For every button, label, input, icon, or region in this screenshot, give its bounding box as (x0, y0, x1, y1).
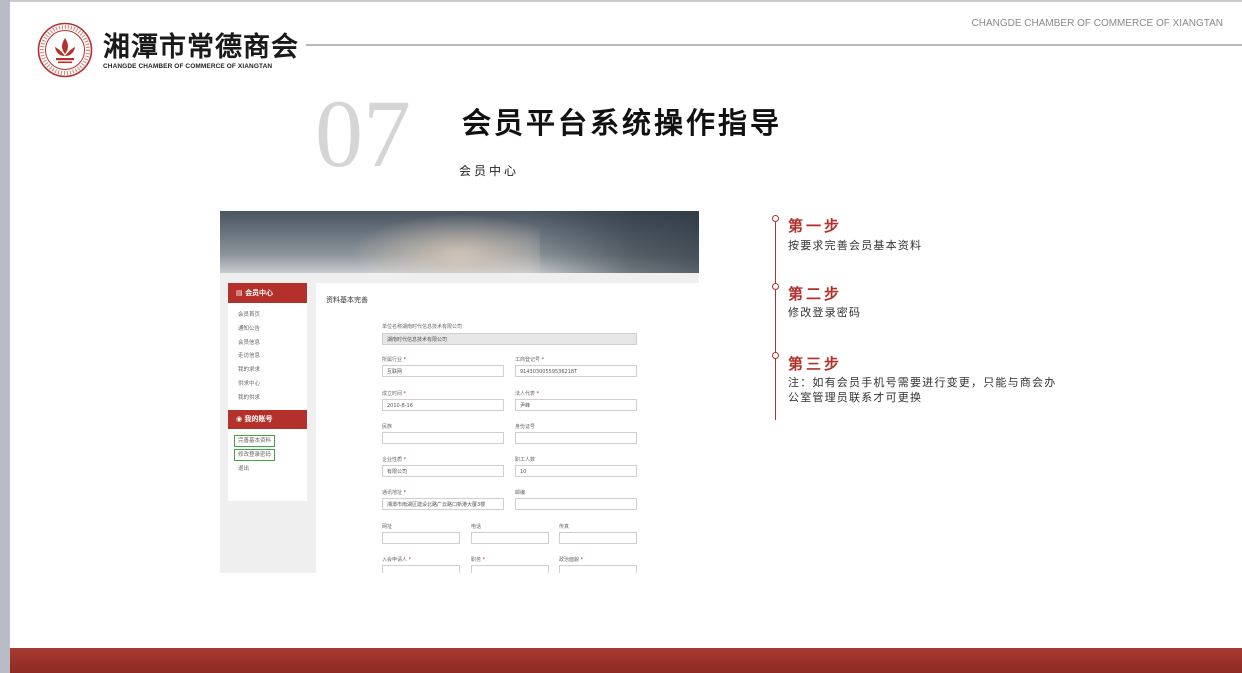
sidebar-item-my-supply[interactable]: 我的供求 (238, 392, 307, 406)
founded-field[interactable]: 2010-8-16 (382, 399, 504, 411)
politics-field[interactable] (559, 565, 637, 573)
sidebar-heading-member-center[interactable]: ▤ 会员中心 (228, 283, 307, 303)
member-platform-screenshot: ▤ 会员中心 会员首页 通知公告 会员信息 走访信息 我的求求 供求中心 我的供… (220, 211, 699, 573)
section-title: 会员平台系统操作指导 (462, 106, 783, 140)
industry-label: 所属行业 * (382, 357, 407, 363)
legal-rep-label: 法人代表 * (515, 391, 540, 397)
profile-form: 资料基本完善 单位名称湖南时代信息技术有限公司 湖南时代信息技术有限公司 所属行… (316, 283, 699, 573)
fax-field[interactable] (559, 532, 637, 544)
handshake-banner-image (220, 211, 699, 273)
step-1-marker-icon (772, 215, 779, 222)
header-rule (306, 44, 1242, 46)
sidebar-item-member-info[interactable]: 会员信息 (238, 337, 307, 351)
introducer-field[interactable] (382, 565, 460, 573)
sidebar-item-supply-center[interactable]: 供求中心 (238, 378, 307, 392)
sidebar-item-change-password[interactable]: 修改登录密码 (234, 448, 276, 461)
step-2-desc: 修改登录密码 (788, 306, 862, 319)
nature-field[interactable]: 有限公司 (382, 465, 504, 477)
founded-label: 成立时间 * (382, 391, 407, 397)
logo-english-name: CHANGDE CHAMBER OF COMMERCE OF XIANGTAN (103, 63, 273, 70)
nation-field[interactable] (382, 432, 504, 444)
website-field[interactable] (382, 532, 460, 544)
top-border (10, 0, 1242, 2)
staff-field[interactable]: 10 (515, 465, 637, 477)
step-1-desc: 按要求完善会员基本资料 (788, 239, 923, 252)
logo-name: 湘潭市常德商会 (103, 32, 299, 63)
sidebar-item-visits[interactable]: 走访信息 (238, 350, 307, 364)
header-english-caption: CHANGDE CHAMBER OF COMMERCE OF XIANGTAN (971, 18, 1224, 29)
sidebar-item-notices[interactable]: 通知公告 (238, 323, 307, 337)
post-field[interactable] (471, 565, 549, 573)
chamber-logo-seal (37, 22, 93, 82)
step-1-title: 第一步 (788, 217, 843, 235)
reg-number-label: 工商登记号 * (515, 357, 545, 363)
sidebar-item-my-requests[interactable]: 我的求求 (238, 364, 307, 378)
address-field[interactable]: 湘潭市雨湖区建设北路广云路口新港大厦3楼 (382, 498, 504, 510)
steps-timeline-line (775, 222, 776, 420)
step-2-marker-icon (772, 283, 779, 290)
sidebar-item-complete-profile[interactable]: 完善基本资料 (234, 434, 276, 447)
post-label: 职务 * (471, 557, 486, 563)
introducer-label: 入会申请人 * (382, 557, 412, 563)
left-edge-bar (0, 0, 10, 673)
section-number: 07 (315, 80, 411, 187)
phone-field[interactable] (471, 532, 549, 544)
form-title: 资料基本完善 (326, 296, 368, 304)
staff-label: 职工人数 (515, 457, 536, 463)
reg-number-field[interactable]: 91430300559536218T (515, 365, 637, 377)
address-label: 通讯地址 * (382, 490, 407, 496)
step-3-desc: 注：如有会员手机号需要进行变更，只能与商会办公室管理员联系才可更换 (788, 376, 1057, 404)
step-2-title: 第二步 (788, 285, 843, 303)
company-label: 单位名称湖南时代信息技术有限公司 (382, 324, 463, 330)
zip-field[interactable] (515, 498, 637, 510)
phone-label: 电话 (471, 524, 482, 530)
footer-band (10, 648, 1242, 673)
legal-rep-field[interactable]: 尹峰 (515, 399, 637, 411)
nation-label: 民族 (382, 424, 393, 430)
member-sidebar: ▤ 会员中心 会员首页 通知公告 会员信息 走访信息 我的求求 供求中心 我的供… (228, 283, 307, 501)
step-3-title: 第三步 (788, 355, 843, 373)
fax-label: 传真 (559, 524, 570, 530)
idcard-label: 身份证号 (515, 424, 536, 430)
politics-label: 政治面貌 * (559, 557, 584, 563)
zip-label: 邮编 (515, 490, 526, 496)
sidebar-heading-my-account[interactable]: ◉ 我的账号 (228, 409, 307, 429)
website-label: 网址 (382, 524, 393, 530)
step-3-marker-icon (772, 352, 779, 359)
company-field[interactable]: 湖南时代信息技术有限公司 (382, 333, 637, 345)
sidebar-item-logout[interactable]: 退出 (234, 462, 307, 476)
idcard-field[interactable] (515, 432, 637, 444)
industry-field[interactable]: 互联网 (382, 365, 504, 377)
nature-label: 企业性质 * (382, 457, 407, 463)
section-subtitle: 会员中心 (459, 164, 520, 178)
sidebar-item-home[interactable]: 会员首页 (238, 309, 307, 323)
